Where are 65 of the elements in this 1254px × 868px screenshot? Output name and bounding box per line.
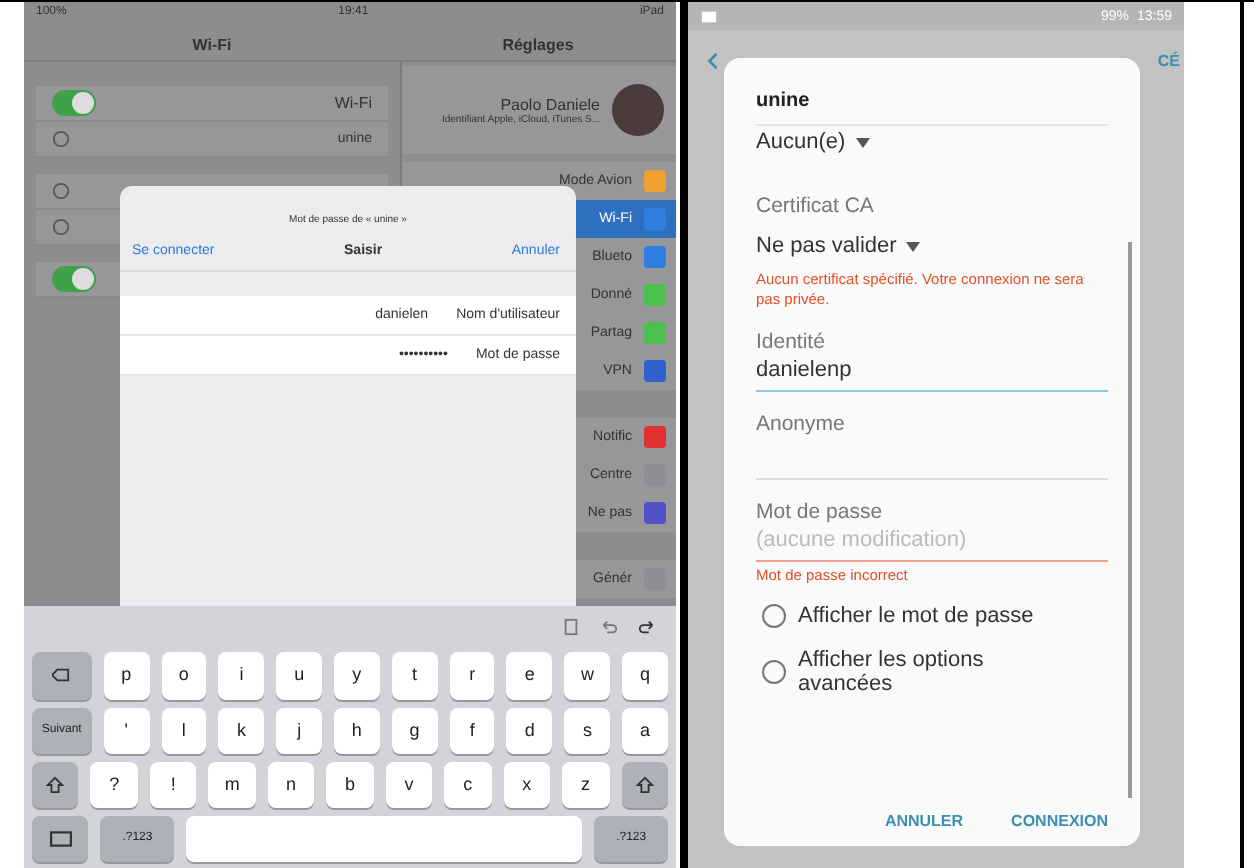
delete-icon — [52, 666, 71, 685]
caret-icon — [906, 241, 921, 251]
shift-icon — [46, 775, 65, 794]
undo-icon — [600, 618, 618, 637]
toggle-label: Wi-Fi — [334, 94, 372, 112]
keyboard-hide-key[interactable] — [32, 815, 89, 862]
keyboard-key[interactable]: v — [385, 761, 433, 808]
shift-key[interactable] — [621, 761, 668, 808]
keyboard-key[interactable]: w — [564, 652, 611, 700]
shift-key[interactable] — [32, 761, 79, 808]
radio-option[interactable]: Afficher les options avancées — [762, 648, 1108, 697]
paste-icon — [562, 618, 580, 637]
profile-name: Paolo Daniele — [500, 95, 600, 113]
avatar — [612, 84, 664, 136]
ca-dropdown[interactable]: Ne pas valider — [756, 234, 1108, 258]
field-label: Certificat CA — [756, 194, 876, 218]
keyboard-key[interactable]: k — [218, 707, 265, 754]
radio-option[interactable]: Afficher le mot de passe — [762, 604, 1108, 629]
shift-icon — [635, 775, 654, 794]
keyboard-key[interactable]: z — [562, 761, 610, 808]
notification-icon — [700, 7, 718, 25]
keyboard-key[interactable]: j — [276, 707, 322, 754]
keyboard-key[interactable]: c — [444, 761, 492, 808]
keyboard-key[interactable]: y — [334, 652, 380, 700]
keyboard-key[interactable]: h — [334, 707, 380, 754]
password-field[interactable]: (aucune modification) — [756, 523, 1108, 555]
back-icon — [704, 51, 722, 69]
keyboard-key[interactable]: e — [506, 652, 553, 700]
keyboard-key[interactable]: l — [161, 707, 207, 754]
page-title: Réglages — [502, 35, 574, 53]
dialog-title: unine — [756, 90, 812, 112]
keyboard-key[interactable]: f — [449, 707, 495, 754]
keyboard-key[interactable]: x — [503, 761, 551, 808]
keyboard-key[interactable]: u — [276, 652, 322, 700]
info-icon — [52, 130, 70, 148]
keyboard-key[interactable]: r — [449, 652, 495, 700]
delete-key[interactable] — [32, 652, 92, 700]
identity-field[interactable]: danielenp — [756, 353, 1108, 385]
wifi-toggle[interactable] — [52, 90, 96, 116]
keyboard-key[interactable]: a — [622, 707, 668, 754]
cancel-button[interactable]: ANNULER — [884, 812, 964, 830]
keyboard-key[interactable]: t — [391, 652, 438, 700]
keyboard-key[interactable]: ? — [90, 761, 138, 808]
keyboard-key[interactable]: ' — [103, 707, 150, 754]
keyboard-key[interactable]: ! — [149, 761, 197, 808]
keyboard-key[interactable]: o — [161, 652, 207, 700]
keyboard-key[interactable]: n — [267, 761, 315, 808]
method-dropdown[interactable]: Aucun(e) — [756, 130, 1108, 154]
keyboard-key[interactable]: i — [218, 652, 265, 700]
field-label: Anonyme — [756, 411, 847, 435]
keyboard-key[interactable]: m — [208, 761, 256, 808]
keyboard-key[interactable]: d — [506, 707, 553, 754]
field-label: Identité — [756, 329, 827, 353]
keyboard-key[interactable]: b — [326, 761, 374, 808]
keyboard-icon — [49, 827, 72, 850]
keyboard-key[interactable]: s — [564, 707, 611, 754]
ask-toggle[interactable] — [52, 266, 96, 292]
field-label: Mot de passe — [756, 499, 885, 523]
keyboard-key[interactable]: q — [622, 652, 668, 700]
caret-icon — [855, 137, 870, 147]
page-title: Wi-Fi — [192, 35, 232, 53]
redo-icon — [638, 618, 656, 637]
keyboard-key[interactable]: g — [391, 707, 438, 754]
connect-button[interactable]: CONNEXION — [1011, 812, 1108, 830]
keyboard-key[interactable]: p — [103, 652, 150, 700]
